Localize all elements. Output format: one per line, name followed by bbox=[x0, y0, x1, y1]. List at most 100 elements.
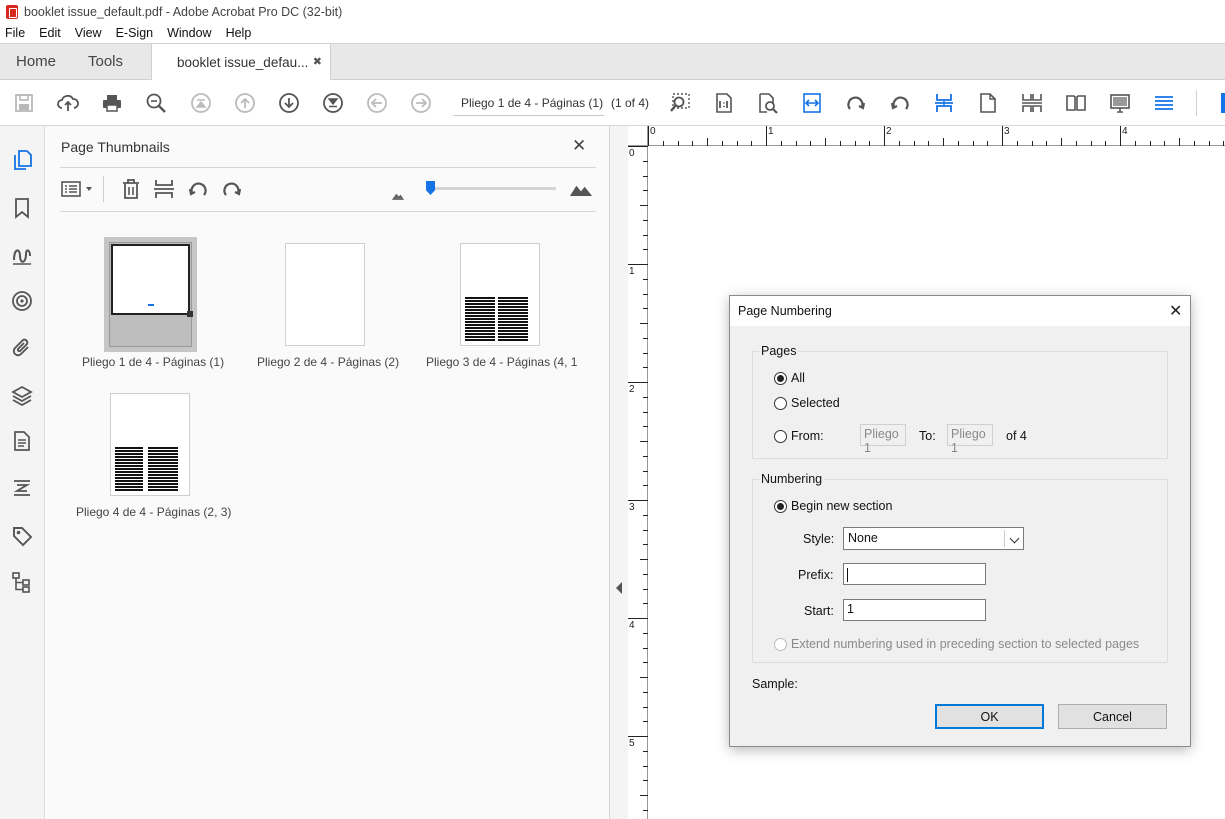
from-page-field[interactable]: Pliego 1 bbox=[860, 424, 906, 455]
dialog-titlebar: Page Numbering ✕ bbox=[730, 296, 1190, 326]
radio-begin-new-section-button[interactable] bbox=[774, 499, 787, 513]
thumbnail-page-1[interactable] bbox=[109, 242, 193, 347]
start-input[interactable]: 1 bbox=[843, 599, 986, 621]
ruler-label: 3 bbox=[1004, 126, 1010, 137]
order-panel-icon[interactable] bbox=[10, 476, 34, 500]
radio-extend-numbering-button[interactable] bbox=[774, 637, 787, 651]
prefix-input[interactable] bbox=[843, 563, 986, 585]
thumbnail-size-slider-knob[interactable] bbox=[426, 181, 435, 195]
delete-pages-icon[interactable] bbox=[120, 178, 142, 200]
rotate-pages-clockwise-icon[interactable] bbox=[221, 178, 243, 200]
zoom-in-thumbnails-icon[interactable] bbox=[568, 178, 594, 200]
radio-begin-new-section[interactable]: Begin new section bbox=[774, 499, 892, 513]
accessibility-checker-icon[interactable] bbox=[10, 289, 34, 313]
tags-icon[interactable] bbox=[10, 524, 34, 548]
page-count-label: (1 of 4) bbox=[611, 96, 650, 110]
thumbnail-page-3[interactable] bbox=[460, 243, 540, 346]
thumbnail-page-2[interactable] bbox=[285, 243, 365, 346]
to-page-field[interactable]: Pliego 1 bbox=[947, 424, 993, 455]
radio-all[interactable]: All bbox=[774, 371, 805, 385]
signatures-icon[interactable] bbox=[10, 243, 34, 267]
print-icon[interactable] bbox=[101, 92, 123, 114]
rotate-pages-counterclockwise-icon[interactable] bbox=[187, 178, 209, 200]
menu-help[interactable]: Help bbox=[226, 26, 252, 40]
cancel-button[interactable]: Cancel bbox=[1058, 704, 1167, 729]
menu-edit[interactable]: Edit bbox=[39, 26, 61, 40]
tab-home[interactable]: Home bbox=[16, 53, 56, 70]
menu-bar: File Edit View E-Sign Window Help bbox=[0, 23, 1225, 43]
acrobat-app-icon bbox=[6, 4, 18, 19]
thumbnail-label-2: Pliego 2 de 4 - Páginas (2) bbox=[257, 355, 400, 369]
menu-view[interactable]: View bbox=[75, 26, 102, 40]
chevron-down-icon[interactable] bbox=[1009, 533, 1020, 544]
frame-resize-handle[interactable] bbox=[187, 311, 193, 317]
close-panel-icon[interactable]: ✕ bbox=[572, 136, 586, 156]
ruler-label: 1 bbox=[768, 126, 774, 137]
radio-extend-numbering[interactable]: Extend numbering used in preceding secti… bbox=[774, 637, 1139, 651]
single-page-view-icon[interactable] bbox=[977, 92, 999, 114]
horizontal-ruler[interactable]: 0 1 2 3 4 bbox=[648, 126, 1225, 146]
radio-from[interactable]: From: bbox=[774, 429, 824, 443]
page-number-field[interactable]: Pliego 1 de 4 - Páginas (1) bbox=[453, 90, 604, 116]
insert-pages-icon[interactable] bbox=[153, 178, 175, 200]
radio-all-button[interactable] bbox=[774, 371, 787, 385]
menu-file[interactable]: File bbox=[5, 26, 25, 40]
page-numbering-dialog: Page Numbering ✕ Pages All Selected From… bbox=[729, 295, 1191, 747]
of-total-label: of 4 bbox=[1006, 429, 1027, 443]
sample-label: Sample: bbox=[752, 677, 798, 691]
bookmarks-icon[interactable] bbox=[10, 196, 34, 220]
model-tree-icon[interactable] bbox=[10, 570, 34, 594]
ok-button[interactable]: OK bbox=[935, 704, 1044, 729]
previous-view-icon[interactable] bbox=[366, 92, 388, 114]
radio-from-button[interactable] bbox=[774, 429, 787, 443]
dialog-close-icon[interactable]: ✕ bbox=[1169, 301, 1182, 321]
zoom-out-thumbnails-icon[interactable] bbox=[390, 184, 406, 206]
close-tab-icon[interactable]: ✖ bbox=[313, 55, 322, 68]
rotate-counterclockwise-icon[interactable] bbox=[889, 92, 911, 114]
layers-icon[interactable] bbox=[10, 383, 34, 407]
actual-size-icon[interactable] bbox=[713, 92, 735, 114]
thumbnail-size-slider[interactable] bbox=[430, 187, 556, 190]
toolbar-overflow-indicator[interactable] bbox=[1221, 93, 1225, 113]
vertical-ruler[interactable]: 0 1 2 3 4 5 bbox=[628, 146, 648, 819]
menu-window[interactable]: Window bbox=[167, 26, 211, 40]
scrolling-mode-icon[interactable] bbox=[1153, 92, 1175, 114]
style-select[interactable]: None bbox=[843, 527, 1024, 550]
zoom-out-search-icon[interactable] bbox=[145, 92, 167, 114]
menu-esign[interactable]: E-Sign bbox=[116, 26, 154, 40]
marquee-zoom-icon[interactable] bbox=[669, 92, 691, 114]
fit-page-zoom-icon[interactable] bbox=[757, 92, 779, 114]
rotate-clockwise-icon[interactable] bbox=[845, 92, 867, 114]
tab-document[interactable]: booklet issue_defau... ✖ bbox=[151, 43, 331, 80]
radio-all-label: All bbox=[791, 371, 805, 385]
content-icon[interactable] bbox=[10, 429, 34, 453]
start-label: Start: bbox=[804, 604, 834, 618]
presentation-mode-icon[interactable] bbox=[1109, 92, 1131, 114]
upload-cloud-icon[interactable] bbox=[57, 92, 79, 114]
navigation-rail bbox=[0, 126, 45, 819]
split-page-icon[interactable] bbox=[933, 92, 955, 114]
two-page-scrolling-icon[interactable] bbox=[1021, 92, 1043, 114]
collapse-panel-arrow-icon[interactable] bbox=[616, 582, 622, 594]
next-view-icon[interactable] bbox=[410, 92, 432, 114]
text-column-left bbox=[465, 297, 495, 341]
fit-width-icon[interactable] bbox=[801, 92, 823, 114]
radio-selected[interactable]: Selected bbox=[774, 396, 840, 410]
two-page-view-icon[interactable] bbox=[1065, 92, 1087, 114]
panel-splitter[interactable] bbox=[610, 126, 628, 819]
ruler-label: 0 bbox=[650, 126, 656, 137]
tab-tools[interactable]: Tools bbox=[88, 53, 123, 70]
thumbnail-page-4[interactable] bbox=[110, 393, 190, 496]
first-page-icon[interactable] bbox=[190, 92, 212, 114]
radio-selected-button[interactable] bbox=[774, 396, 787, 410]
radio-from-label: From: bbox=[791, 429, 824, 443]
options-menu-icon[interactable] bbox=[60, 178, 96, 200]
ruler-label: 4 bbox=[629, 620, 635, 631]
last-page-icon[interactable] bbox=[322, 92, 344, 114]
save-icon[interactable] bbox=[13, 92, 35, 114]
next-page-icon[interactable] bbox=[278, 92, 300, 114]
previous-page-icon[interactable] bbox=[234, 92, 256, 114]
attachments-icon[interactable] bbox=[10, 336, 34, 360]
page-thumbnails-icon[interactable] bbox=[10, 148, 34, 172]
page-content-mark bbox=[148, 304, 154, 306]
